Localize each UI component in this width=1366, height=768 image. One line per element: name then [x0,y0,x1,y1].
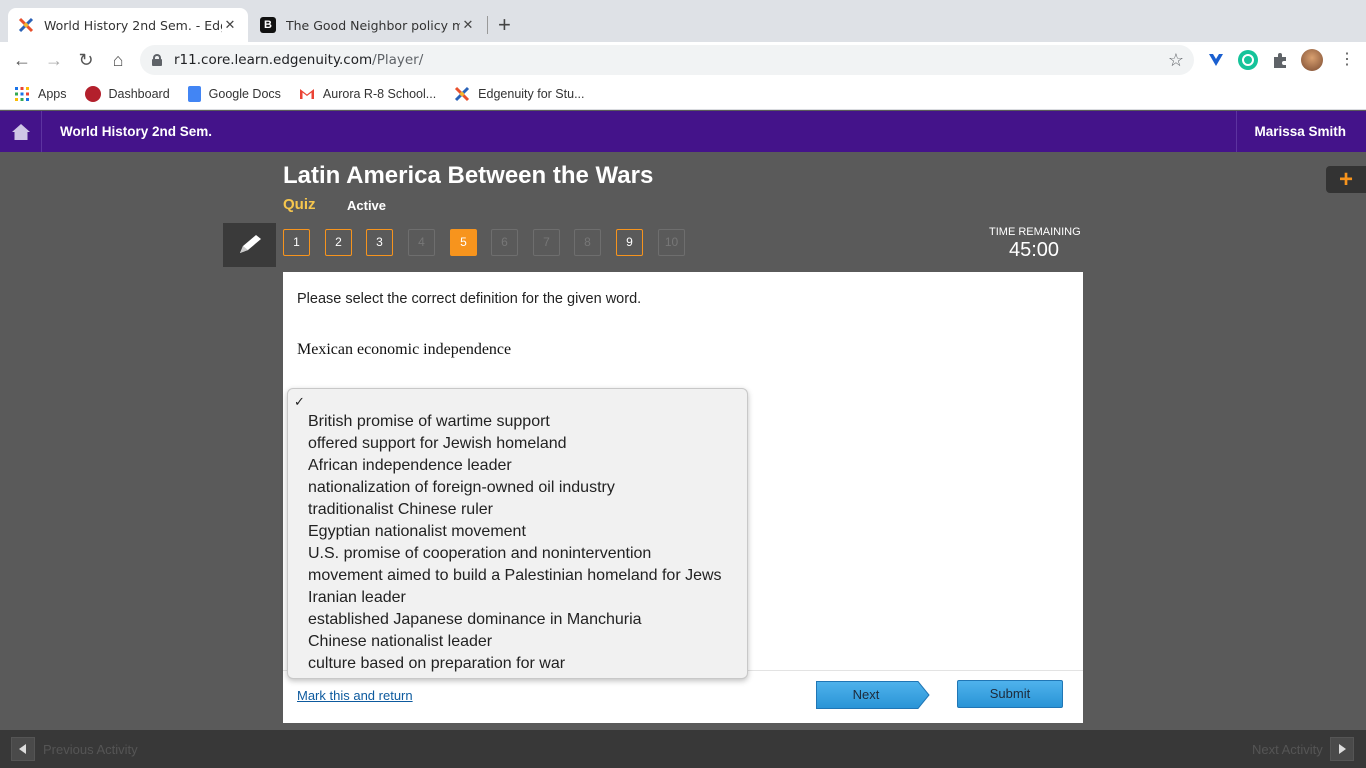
previous-activity-button[interactable] [11,737,35,761]
forward-arrow-icon[interactable]: → [43,49,65,71]
question-number-button[interactable]: 4 [408,229,435,256]
question-number-button[interactable]: 6 [491,229,518,256]
new-tab-icon[interactable]: + [498,14,511,36]
pencil-tool-button[interactable] [223,223,276,267]
question-number-button[interactable]: 2 [325,229,352,256]
brainly-favicon-icon: B [260,17,276,33]
bookmark-edgenuity[interactable]: Edgenuity for Stu... [454,86,584,102]
tab-title: The Good Neighbor policy mea [286,17,460,33]
bookmark-label: Apps [38,86,67,101]
gmail-icon [299,86,315,102]
submit-button[interactable]: Submit [957,680,1063,708]
google-docs-icon [187,85,201,102]
question-number-button[interactable]: 10 [658,229,685,256]
question-number-button[interactable]: 8 [574,229,601,256]
dropdown-option[interactable]: traditionalist Chinese ruler [288,499,747,521]
url-text: r11.core.learn.edgenuity.com/Player/ [174,52,424,68]
app-header: World History 2nd Sem. Marissa Smith [0,111,1366,152]
dropdown-option[interactable]: nationalization of foreign-owned oil ind… [288,477,747,499]
apps-grid-icon [14,86,30,102]
tab-separator [487,16,488,34]
tab-title: World History 2nd Sem. - Edge [44,17,222,33]
time-remaining-label: TIME REMAINING [989,226,1081,238]
chevron-left-icon [19,744,26,754]
question-term: Mexican economic independence [297,341,512,358]
bookmark-apps[interactable]: Apps [14,86,67,102]
dropdown-option[interactable]: Iranian leader [288,587,747,609]
browser-tab-good-neighbor[interactable]: B The Good Neighbor policy mea ✕ [250,8,486,42]
next-button-label: Next [852,687,880,702]
back-arrow-icon[interactable]: ← [11,49,33,71]
bookmark-label: Dashboard [108,86,170,101]
close-tab-icon[interactable]: ✕ [460,17,476,33]
browser-tab-world-history[interactable]: World History 2nd Sem. - Edge ✕ [8,8,248,42]
chevron-right-icon [1339,744,1346,754]
bookmark-label: Aurora R-8 School... [322,86,437,101]
grammarly-icon[interactable] [1238,50,1258,70]
activity-nav-bar: Previous Activity Next Activity [0,730,1366,768]
next-activity-label[interactable]: Next Activity [1252,742,1323,757]
question-prompt: Please select the correct definition for… [297,291,642,307]
mark-and-return-link[interactable]: Mark this and return [297,688,413,703]
dropdown-option[interactable]: offered support for Jewish homeland [288,433,747,455]
dropdown-option[interactable]: African independence leader [288,455,747,477]
definition-dropdown-list[interactable]: ✓ British promise of wartime support off… [287,388,748,679]
dropdown-option[interactable]: British promise of wartime support [288,411,747,433]
close-tab-icon[interactable]: ✕ [222,17,238,33]
lock-icon [152,54,162,66]
course-title[interactable]: World History 2nd Sem. [60,124,212,139]
next-activity-button[interactable] [1330,737,1354,761]
address-bar[interactable]: r11.core.learn.edgenuity.com/Player/ ☆ [140,45,1194,75]
question-number-button[interactable]: 1 [283,229,310,256]
browser-tab-bar: World History 2nd Sem. - Edge ✕ B The Go… [0,0,1366,42]
dashboard-icon [84,85,101,102]
lesson-title: Latin America Between the Wars [283,162,654,189]
bookmark-aurora[interactable]: Aurora R-8 School... [299,86,436,102]
previous-activity-label[interactable]: Previous Activity [43,742,138,757]
home-icon [11,123,30,140]
activity-type-label: Quiz [283,196,316,213]
bookmarks-bar: Apps Dashboard Google Docs Aurora R-8 Sc… [0,78,1366,110]
edgenuity-icon [454,86,470,102]
pencil-icon [239,235,261,253]
extension-heart-icon[interactable] [1206,50,1226,70]
activity-status-label: Active [347,198,387,213]
user-name[interactable]: Marissa Smith [1236,111,1366,152]
home-button[interactable] [0,111,42,152]
reload-icon[interactable]: ↻ [75,49,97,71]
bookmark-label: Edgenuity for Stu... [478,86,585,101]
bookmark-dashboard[interactable]: Dashboard [84,85,170,102]
dropdown-option[interactable]: Chinese nationalist leader [288,631,747,653]
question-number-button[interactable]: 7 [533,229,560,256]
selected-check-icon[interactable]: ✓ [288,394,747,411]
profile-avatar[interactable] [1301,49,1323,71]
time-remaining-value: 45:00 [1009,239,1060,261]
menu-kebab-icon[interactable]: ⋮ [1336,49,1358,71]
dropdown-option[interactable]: culture based on preparation for war [288,653,747,675]
extensions-puzzle-icon[interactable] [1270,50,1290,70]
dropdown-option[interactable]: movement aimed to build a Palestinian ho… [288,565,747,587]
plus-tools-button[interactable]: + [1326,166,1366,193]
dropdown-option[interactable]: Egyptian nationalist movement [288,521,747,543]
bookmark-star-icon[interactable]: ☆ [1168,50,1184,71]
dropdown-option[interactable]: established Japanese dominance in Manchu… [288,609,747,631]
question-number-button[interactable]: 9 [616,229,643,256]
home-icon[interactable]: ⌂ [107,49,129,71]
browser-toolbar: ← → ↻ ⌂ r11.core.learn.edgenuity.com/Pla… [0,42,1366,78]
edgenuity-favicon-icon [18,17,34,33]
dropdown-option[interactable]: U.S. promise of cooperation and noninter… [288,543,747,565]
question-number-button[interactable]: 5 [450,229,477,256]
next-button[interactable]: Next [816,681,930,709]
bookmark-label: Google Docs [208,86,281,101]
bookmark-google-docs[interactable]: Google Docs [187,85,281,102]
question-number-button[interactable]: 3 [366,229,393,256]
